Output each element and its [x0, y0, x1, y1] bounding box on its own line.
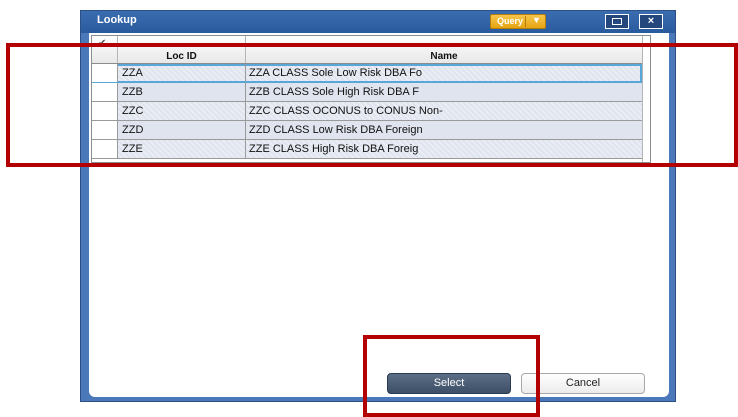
query-button[interactable]: Query ▼: [490, 14, 546, 29]
close-icon: ×: [647, 15, 655, 27]
query-button-label: Query: [497, 16, 524, 26]
maximize-button[interactable]: [605, 14, 629, 29]
grid-highlight-box: [6, 43, 738, 167]
maximize-icon: [612, 18, 622, 25]
close-button[interactable]: ×: [639, 14, 663, 29]
query-separator: [525, 16, 526, 27]
dialog-title: Lookup: [97, 14, 137, 26]
select-highlight-box: [363, 335, 540, 417]
chevron-down-icon[interactable]: ▼: [532, 15, 541, 25]
title-bar[interactable]: Lookup Query ▼ ×: [81, 11, 675, 33]
